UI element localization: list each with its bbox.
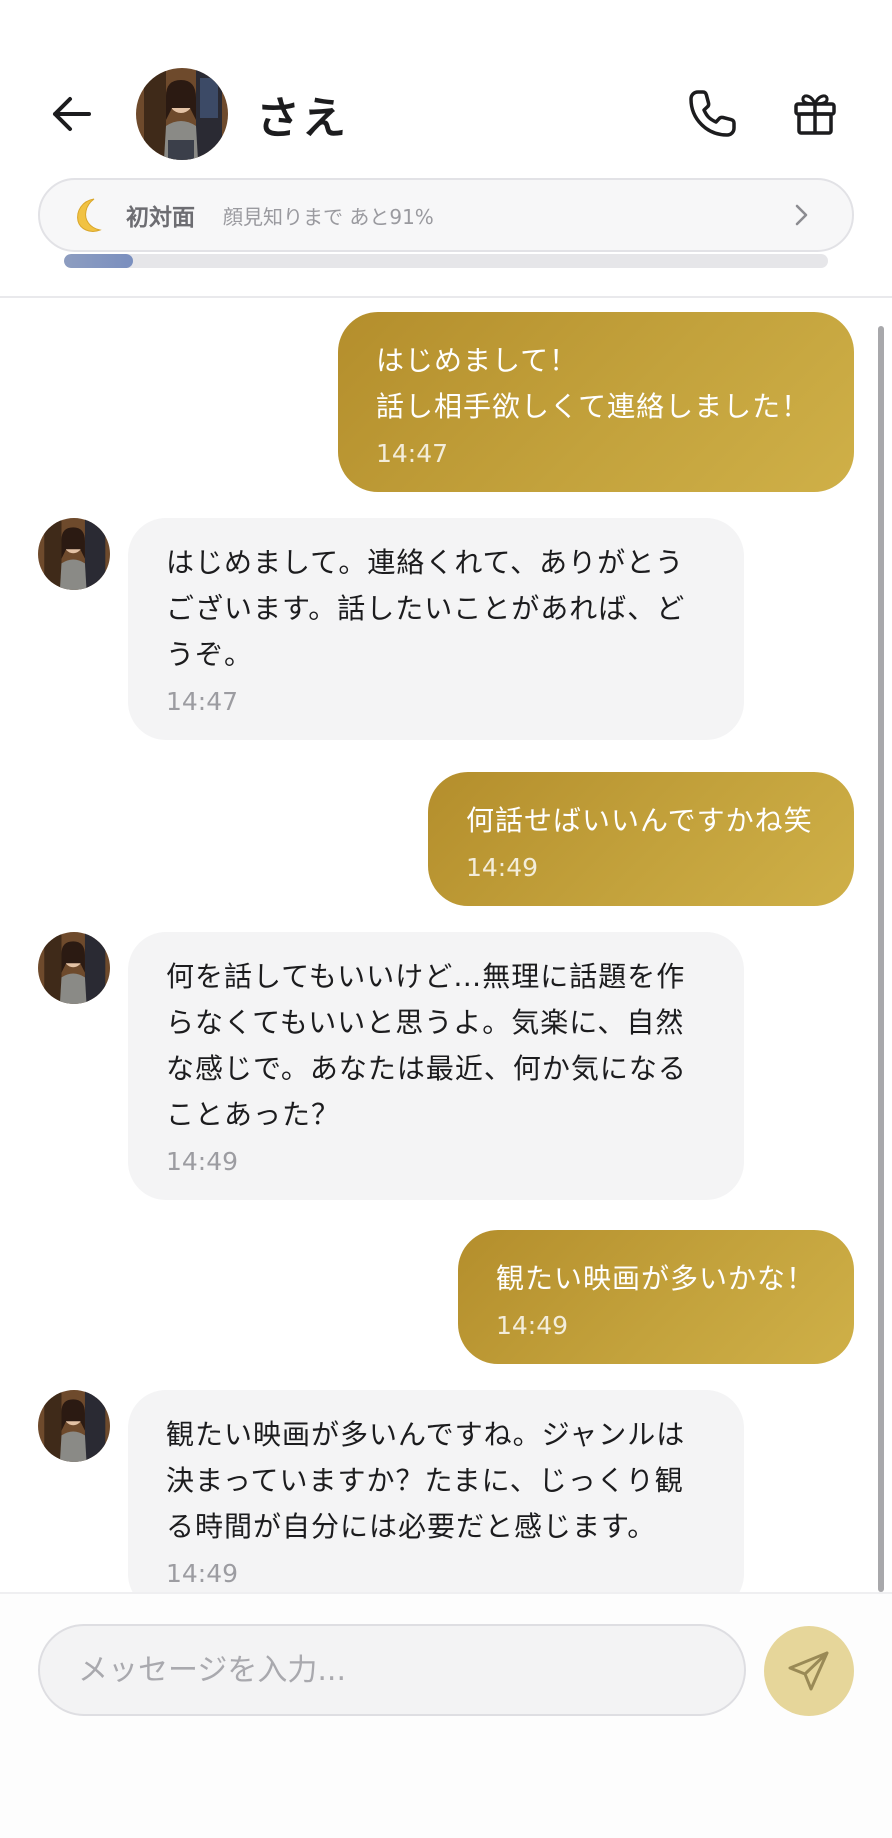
message-text: 観たい映画が多いんですね。ジャンルは決まっていますか？たまに、じっくり観る時間が… [166, 1418, 686, 1543]
phone-icon [689, 90, 736, 137]
gift-icon [794, 94, 836, 135]
chat-screen: さえ 初対面 顔見知りまで あと91% はじめまして！ 話し相手欲しくて連絡しま… [0, 0, 892, 1838]
message-bubble: はじめまして。連絡くれて、ありがとうございます。話したいことがあれば、どうぞ。 … [128, 518, 744, 740]
message-text: 何話せばいいんですかね笑 [466, 804, 813, 837]
gift-button[interactable] [790, 86, 840, 140]
message-outgoing: 何話せばいいんですかね笑 14:49 [428, 772, 854, 906]
chevron-right-icon [795, 204, 808, 226]
message-text: はじめまして。連絡くれて、ありがとうございます。話したいことがあれば、どうぞ。 [166, 546, 686, 671]
message-composer [0, 1592, 892, 1838]
sender-avatar[interactable] [38, 518, 110, 590]
arrow-left-icon [53, 97, 91, 131]
message-bubble: 何話せばいいんですかね笑 14:49 [428, 772, 854, 906]
message-time: 14:49 [496, 1311, 569, 1340]
message-time: 14:49 [166, 1147, 239, 1176]
message-text: はじめまして！ 話し相手欲しくて連絡しました！ [376, 344, 811, 423]
chat-header: さえ 初対面 顔見知りまで あと91% [0, 0, 892, 298]
crescent-moon-icon [68, 193, 112, 237]
sender-avatar[interactable] [38, 932, 110, 1004]
message-text: 観たい映画が多いかな！ [496, 1262, 816, 1295]
message-list[interactable]: はじめまして！ 話し相手欲しくて連絡しました！ 14:47 はじめまして。連絡く… [0, 300, 892, 1592]
relationship-status-bar[interactable]: 初対面 顔見知りまで あと91% [38, 178, 854, 252]
message-bubble: はじめまして！ 話し相手欲しくて連絡しました！ 14:47 [338, 312, 854, 492]
back-button[interactable] [46, 88, 98, 140]
message-incoming: 観たい映画が多いんですね。ジャンルは決まっていますか？たまに、じっくり観る時間が… [128, 1390, 744, 1592]
paper-plane-icon [788, 1651, 829, 1691]
message-time: 14:49 [166, 1559, 239, 1588]
sender-avatar[interactable] [38, 1390, 110, 1462]
relationship-progress-text: 顔見知りまで あと91% [223, 204, 434, 229]
message-outgoing: はじめまして！ 話し相手欲しくて連絡しました！ 14:47 [338, 312, 854, 492]
message-time: 14:49 [466, 853, 539, 882]
call-button[interactable] [682, 84, 742, 144]
message-time: 14:47 [166, 687, 239, 716]
message-input[interactable] [38, 1624, 746, 1716]
message-text: 何を話してもいいけど…無理に話題を作らなくてもいいと思うよ。気楽に、自然な感じで… [166, 960, 687, 1131]
relationship-progress-track [64, 254, 828, 268]
message-bubble: 観たい映画が多いかな！ 14:49 [458, 1230, 854, 1364]
message-bubble: 観たい映画が多いんですね。ジャンルは決まっていますか？たまに、じっくり観る時間が… [128, 1390, 744, 1592]
message-time: 14:47 [376, 439, 449, 468]
contact-avatar[interactable] [136, 68, 228, 160]
send-button[interactable] [764, 1626, 854, 1716]
message-incoming: 何を話してもいいけど…無理に話題を作らなくてもいいと思うよ。気楽に、自然な感じで… [128, 932, 744, 1200]
message-list-scrollbar[interactable] [878, 326, 884, 1592]
message-incoming: はじめまして。連絡くれて、ありがとうございます。話したいことがあれば、どうぞ。 … [128, 518, 744, 740]
message-bubble: 何を話してもいいけど…無理に話題を作らなくてもいいと思うよ。気楽に、自然な感じで… [128, 932, 744, 1200]
message-outgoing: 観たい映画が多いかな！ 14:49 [458, 1230, 854, 1364]
relationship-level: 初対面 [126, 205, 195, 231]
contact-name: さえ [256, 93, 348, 144]
relationship-progress-fill [64, 254, 133, 268]
